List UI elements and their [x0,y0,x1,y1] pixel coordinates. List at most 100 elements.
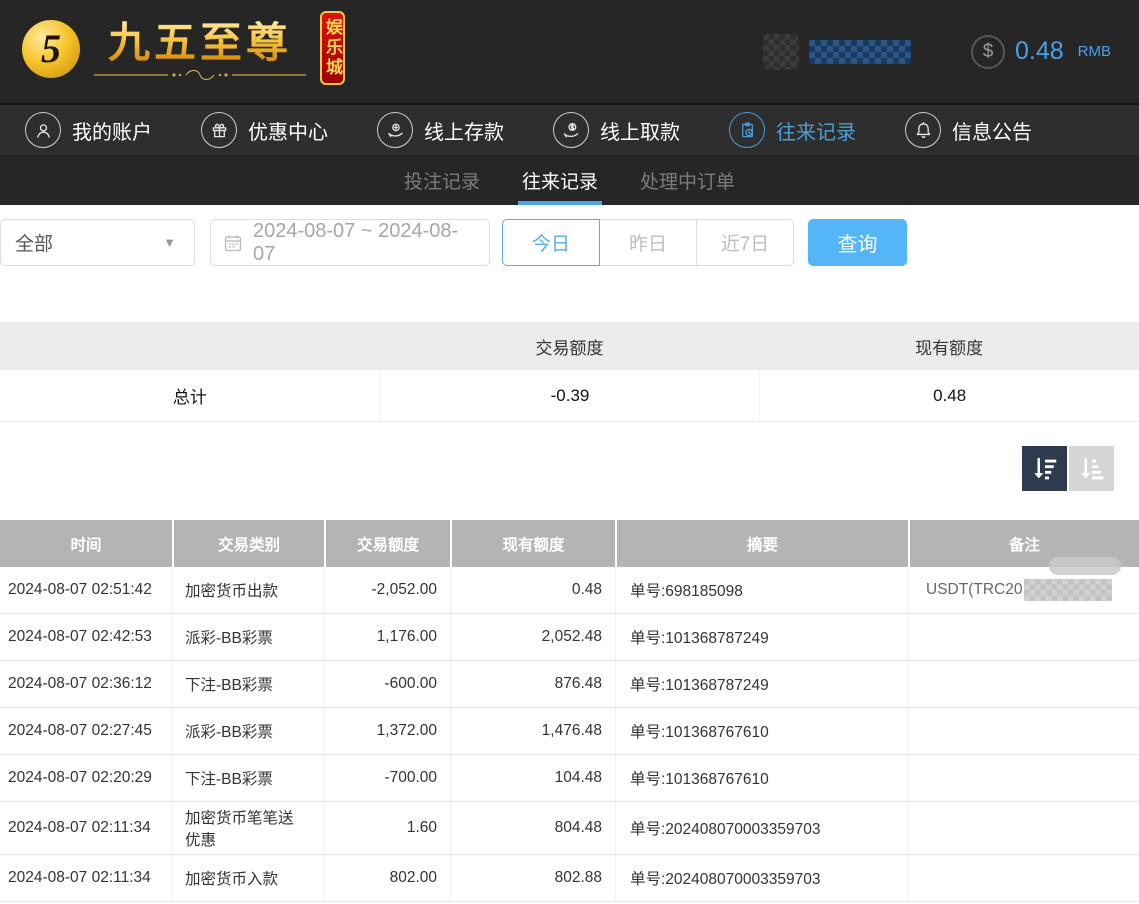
sort-ascending-icon [1077,454,1107,484]
tab-transaction-records[interactable]: 往来记录 [520,155,600,205]
nav-my-account[interactable]: 我的账户 [25,112,152,148]
nav-label: 我的账户 [72,116,152,145]
cell-time: 2024-08-07 02:11:34 [0,855,172,901]
cell-remark [908,755,1139,801]
site-logo[interactable]: 5 九五至尊 娱乐城 [22,19,345,85]
cell-type: 下注-BB彩票 [172,661,324,707]
cell-type: 加密货币出款 [172,567,324,613]
type-select[interactable]: 全部 ▼ [0,219,195,266]
chevron-down-icon: ▼ [163,235,176,250]
last7days-button[interactable]: 近7日 [696,219,794,266]
col-type: 交易类别 [172,520,324,567]
summary-total-balance: 0.48 [759,370,1139,421]
nav-label: 往来记录 [776,116,856,145]
cell-remark [908,855,1139,901]
cell-summary: 单号:101368767610 [615,755,908,801]
summary-total-transaction: -0.39 [380,370,760,421]
cell-time: 2024-08-07 02:51:42 [0,567,172,613]
nav-promotions[interactable]: 优惠中心 [201,112,328,148]
tab-processing-orders[interactable]: 处理中订单 [638,155,737,205]
search-button[interactable]: 查询 [808,219,907,266]
table-row: 2024-08-07 02:42:53 派彩-BB彩票 1,176.00 2,0… [0,614,1139,661]
cell-amount: 1,372.00 [324,708,450,754]
site-title: 九五至尊 [108,21,292,65]
col-summary: 摘要 [615,520,908,567]
cell-balance: 802.88 [450,855,615,901]
cell-remark [908,661,1139,707]
summary-header-balance: 现有额度 [759,334,1139,359]
cell-amount: 802.00 [324,855,450,901]
flourish-ornament-icon [90,68,310,82]
cell-summary: 单号:101368787249 [615,661,908,707]
table-row: 2024-08-07 02:36:12 下注-BB彩票 -600.00 876.… [0,661,1139,708]
redacted-remark-block [1024,579,1112,601]
nav-label: 优惠中心 [248,116,328,145]
cell-type: 派彩-BB彩票 [172,614,324,660]
balance-display[interactable]: $ 0.48 RMB [971,35,1111,69]
cell-balance: 876.48 [450,661,615,707]
redaction-smudge [1049,557,1121,575]
filter-bar: 全部 ▼ 2024-08-07 ~ 2024-08-07 今日 昨日 近7日 查… [0,219,1139,266]
cell-type: 派彩-BB彩票 [172,708,324,754]
cell-amount: 1.60 [324,802,450,854]
cell-time: 2024-08-07 02:42:53 [0,614,172,660]
table-row: 2024-08-07 02:27:45 派彩-BB彩票 1,372.00 1,4… [0,708,1139,755]
cell-remark [908,802,1139,854]
nav-online-withdraw[interactable]: 线上取款 [553,112,680,148]
user-account[interactable] [763,34,911,70]
cell-balance: 0.48 [450,567,615,613]
cell-summary: 单号:202408070003359703 [615,802,908,854]
date-range-input[interactable]: 2024-08-07 ~ 2024-08-07 [210,219,490,266]
summary-table: 交易额度 现有额度 总计 -0.39 0.48 [0,322,1139,422]
table-row: 2024-08-07 02:20:29 下注-BB彩票 -700.00 104.… [0,755,1139,802]
cell-balance: 804.48 [450,802,615,854]
cell-remark [908,614,1139,660]
quick-range-group: 今日 昨日 近7日 [502,219,794,266]
sort-descending-button[interactable] [1022,446,1067,491]
summary-total-label: 总计 [0,370,380,421]
username-redacted [809,40,911,64]
col-amount: 交易额度 [324,520,450,567]
cell-time: 2024-08-07 02:36:12 [0,661,172,707]
col-time: 时间 [0,520,172,567]
record-tabs: 投注记录 往来记录 处理中订单 [0,155,1139,205]
yesterday-button[interactable]: 昨日 [599,219,697,266]
deposit-hand-coin-icon [377,112,413,148]
table-header-row: 时间 交易类别 交易额度 现有额度 摘要 备注 [0,520,1139,567]
user-icon [25,112,61,148]
sort-descending-icon [1030,454,1060,484]
nav-label: 线上存款 [424,116,504,145]
cell-summary: 单号:101368787249 [615,614,908,660]
sort-toolbar [0,446,1139,491]
cell-type: 加密货币入款 [172,855,324,901]
bell-icon [905,112,941,148]
cell-time: 2024-08-07 02:27:45 [0,708,172,754]
summary-header-row: 交易额度 现有额度 [0,322,1139,370]
cell-amount: -600.00 [324,661,450,707]
nav-announcements[interactable]: 信息公告 [905,112,1032,148]
table-row: 2024-08-07 02:51:42 加密货币出款 -2,052.00 0.4… [0,567,1139,614]
sort-ascending-button[interactable] [1069,446,1114,491]
cell-amount: -700.00 [324,755,450,801]
col-balance: 现有额度 [450,520,615,567]
gift-icon [201,112,237,148]
cell-balance: 104.48 [450,755,615,801]
nav-online-deposit[interactable]: 线上存款 [377,112,504,148]
withdraw-hand-dollar-icon [553,112,589,148]
calendar-icon [223,233,243,253]
main-nav: 我的账户 优惠中心 线上存款 线上取款 往来记录 [0,103,1139,155]
top-header: 5 九五至尊 娱乐城 $ 0.48 RMB [0,0,1139,103]
balance-amount: 0.48 [1015,37,1064,66]
nav-transaction-records[interactable]: 往来记录 [729,112,856,148]
clipboard-clock-icon [729,112,765,148]
cell-amount: 1,176.00 [324,614,450,660]
nav-label: 信息公告 [952,116,1032,145]
cell-summary: 单号:202408070003359703 [615,855,908,901]
page: 5 九五至尊 娱乐城 $ 0.48 RMB [0,0,1139,904]
today-button[interactable]: 今日 [502,219,600,266]
tab-betting-records[interactable]: 投注记录 [402,155,482,205]
cell-type: 下注-BB彩票 [172,755,324,801]
balance-currency: RMB [1078,43,1111,60]
cell-amount: -2,052.00 [324,567,450,613]
dollar-coin-icon: $ [971,35,1005,69]
